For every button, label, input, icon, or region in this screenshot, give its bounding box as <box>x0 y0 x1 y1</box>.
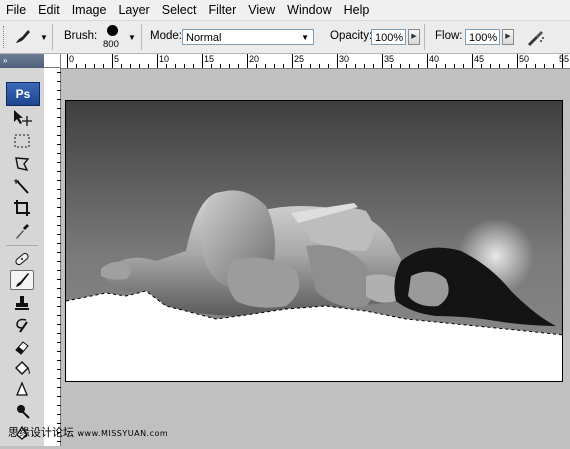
brush-picker[interactable]: 800 <box>101 24 127 52</box>
magic-wand-tool[interactable] <box>10 177 34 197</box>
opacity-input[interactable]: 100% <box>371 29 406 45</box>
ruler-label: 10 <box>159 54 170 64</box>
crop-icon <box>14 200 30 216</box>
ruler-label: 30 <box>339 54 350 64</box>
photo-image <box>66 101 562 381</box>
eyedropper-icon <box>16 224 29 239</box>
brush-tip-icon <box>107 25 118 36</box>
blur-tool[interactable] <box>10 380 34 400</box>
options-grip[interactable] <box>3 26 6 48</box>
menu-edit[interactable]: Edit <box>32 0 66 20</box>
flow-label: Flow: <box>435 30 463 42</box>
menu-help[interactable]: Help <box>338 0 376 20</box>
ruler-label: 5 <box>114 54 120 64</box>
watermark-cn: 思缘设计论坛 <box>8 426 74 439</box>
tool-divider <box>6 245 38 246</box>
ruler-label: 55 <box>559 54 570 64</box>
preset-dropdown-arrow[interactable]: ▼ <box>40 33 48 42</box>
tool-preset-picker[interactable] <box>12 27 34 47</box>
brush-icon <box>16 273 29 287</box>
vertical-ruler-ticks <box>57 72 61 442</box>
dodge-tool[interactable] <box>10 401 34 421</box>
ruler-ticks <box>67 54 563 68</box>
toolbox-header[interactable]: » <box>0 54 44 68</box>
menu-layer[interactable]: Layer <box>112 0 155 20</box>
divider <box>424 24 425 50</box>
divider <box>52 24 53 50</box>
polygonal-lasso-icon <box>15 157 30 172</box>
chevron-down-icon: ▼ <box>301 33 309 42</box>
crop-tool[interactable] <box>10 198 34 218</box>
lasso-tool[interactable] <box>10 154 34 174</box>
menu-file[interactable]: File <box>0 0 32 20</box>
paint-bucket-tool[interactable] <box>10 358 34 378</box>
magic-wand-icon <box>14 179 29 194</box>
horizontal-ruler: 0 5 10 15 20 25 30 35 40 45 50 55 <box>44 54 570 69</box>
vertical-ruler <box>44 68 61 446</box>
ruler-label: 20 <box>249 54 260 64</box>
blur-drop-icon <box>16 381 28 396</box>
document-canvas[interactable] <box>65 100 563 382</box>
airbrush-toggle[interactable] <box>524 26 546 48</box>
ruler-label: 35 <box>384 54 395 64</box>
clone-stamp-tool[interactable] <box>10 293 34 313</box>
ruler-label: 45 <box>474 54 485 64</box>
menu-window[interactable]: Window <box>281 0 337 20</box>
ruler-label: 40 <box>429 54 440 64</box>
ruler-label: 50 <box>519 54 530 64</box>
bandage-icon <box>15 252 29 266</box>
move-icon <box>14 110 32 126</box>
collapse-icon[interactable]: » <box>3 56 8 65</box>
watermark-url: www.MISSYUAN.com <box>77 429 169 438</box>
dodge-icon <box>17 405 30 419</box>
flow-slider-button[interactable]: ▶ <box>502 29 514 45</box>
menu-select[interactable]: Select <box>156 0 203 20</box>
rectangle-marquee-icon <box>14 134 30 148</box>
eraser-tool[interactable] <box>10 337 34 357</box>
ruler-origin[interactable] <box>44 54 61 68</box>
ruler-label: 0 <box>69 54 75 64</box>
menu-bar: File Edit Image Layer Select Filter View… <box>0 0 570 21</box>
flow-input[interactable]: 100% <box>465 29 500 45</box>
divider <box>141 24 142 50</box>
photoshop-logo[interactable]: Ps <box>6 82 40 106</box>
airbrush-icon <box>528 31 544 46</box>
menu-view[interactable]: View <box>242 0 281 20</box>
eyedropper-tool[interactable] <box>10 221 34 241</box>
menu-image[interactable]: Image <box>66 0 113 20</box>
stamp-icon <box>15 296 29 310</box>
move-tool[interactable] <box>10 108 34 128</box>
ruler-label: 25 <box>294 54 305 64</box>
eraser-icon <box>15 341 29 355</box>
opacity-label: Opacity: <box>330 30 373 42</box>
menu-filter[interactable]: Filter <box>202 0 242 20</box>
history-brush-icon <box>16 318 28 333</box>
brush-label: Brush: <box>64 30 98 42</box>
brush-tool[interactable] <box>10 270 34 290</box>
watermark: 思缘设计论坛 www.MISSYUAN.com <box>8 424 168 440</box>
ruler-label: 15 <box>204 54 215 64</box>
healing-brush-tool[interactable] <box>10 249 34 269</box>
paint-bucket-icon <box>15 361 30 375</box>
mode-select[interactable]: Normal ▼ <box>182 29 314 45</box>
brush-preset-icon <box>16 30 30 43</box>
mode-value: Normal <box>186 32 222 44</box>
mode-label: Mode: <box>150 30 182 42</box>
brush-dropdown-arrow[interactable]: ▼ <box>128 33 136 42</box>
opacity-slider-button[interactable]: ▶ <box>408 29 420 45</box>
history-brush-tool[interactable] <box>10 315 34 335</box>
brush-size: 800 <box>103 39 119 50</box>
options-bar: ▼ Brush: 800 ▼ Mode: Normal ▼ Opacity: 1… <box>0 21 570 54</box>
marquee-tool[interactable] <box>10 131 34 151</box>
